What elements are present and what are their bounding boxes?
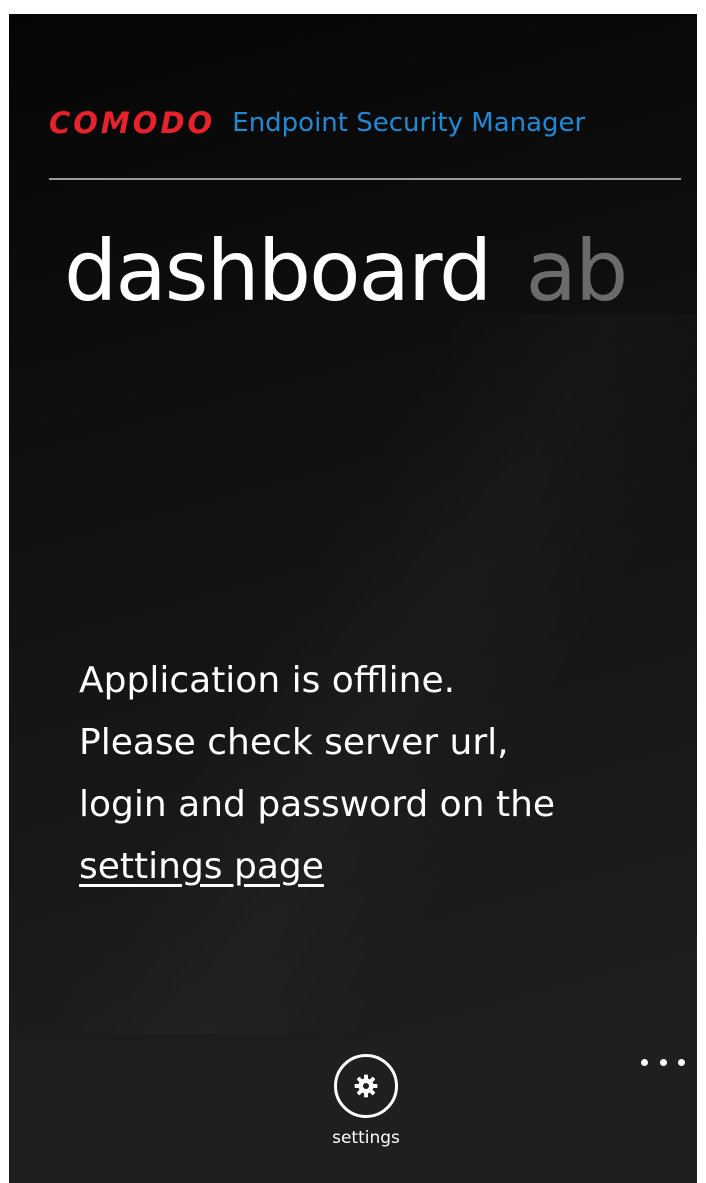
comodo-logo: COMODO <box>49 106 216 140</box>
header-divider <box>49 178 681 180</box>
pivot-tab-about[interactable]: ab <box>525 216 628 326</box>
pivot-tab-dashboard[interactable]: dashboard <box>64 216 492 326</box>
app-title: Endpoint Security Manager <box>232 108 586 138</box>
pivot-header: dashboard ab <box>64 216 697 326</box>
message-line-2: Please check server url, <box>79 722 509 763</box>
app-bar: settings <box>9 1040 697 1183</box>
offline-message: Application is offline. Please check ser… <box>79 650 679 898</box>
message-line-1: Application is offline. <box>79 660 456 701</box>
dot <box>678 1058 685 1066</box>
dot <box>641 1058 648 1066</box>
dot <box>659 1058 667 1066</box>
settings-button-label: settings <box>332 1128 400 1148</box>
message-line-3: login and password on the <box>79 784 556 825</box>
phone-screen: COMODO Endpoint Security Manager dashboa… <box>9 14 697 1183</box>
settings-button-circle <box>334 1054 398 1118</box>
ellipsis-icon[interactable] <box>641 1050 685 1074</box>
settings-button[interactable]: settings <box>321 1054 411 1169</box>
gear-icon <box>354 1074 378 1098</box>
app-header: COMODO Endpoint Security Manager <box>49 106 679 150</box>
settings-page-link[interactable]: settings page <box>79 846 324 887</box>
